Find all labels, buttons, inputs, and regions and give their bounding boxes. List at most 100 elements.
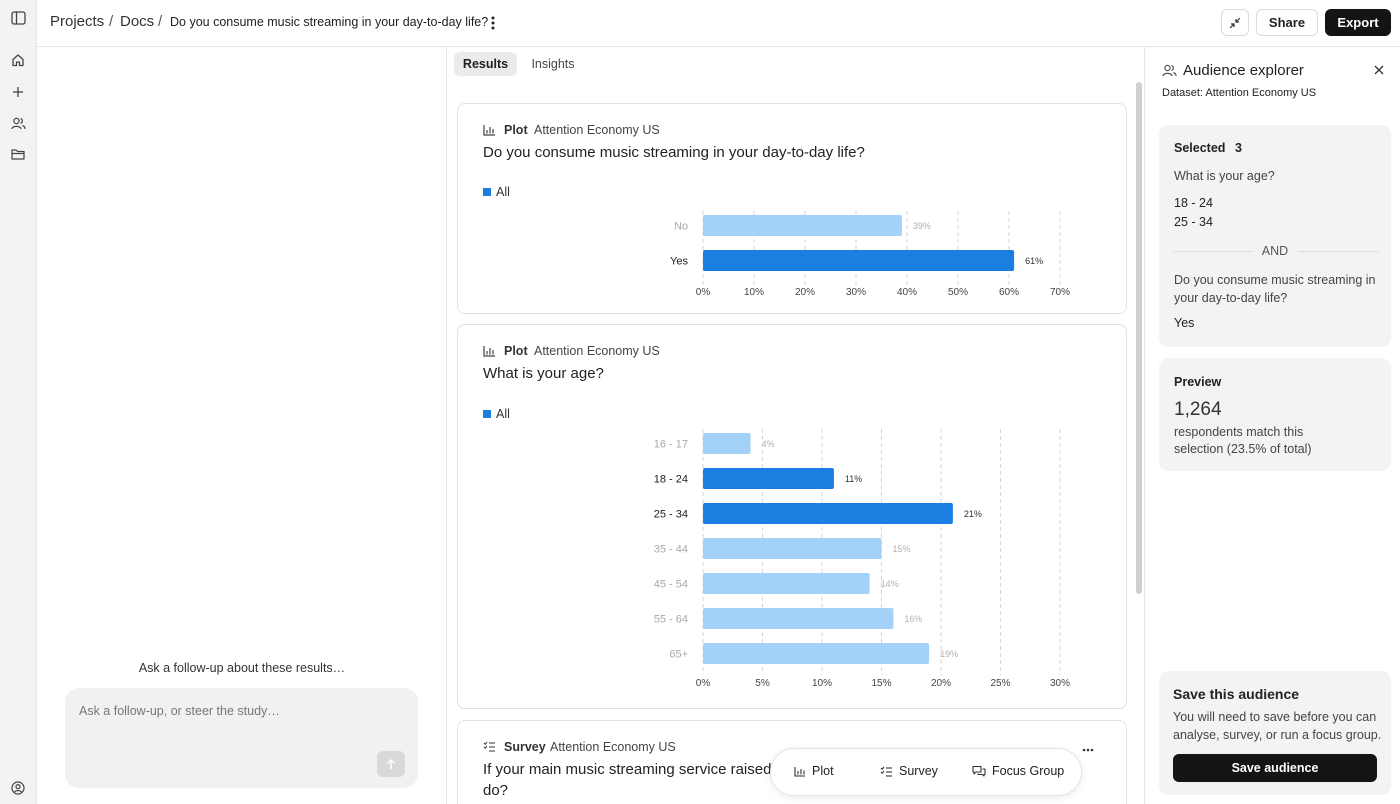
- x-tick-label: 10%: [744, 287, 764, 298]
- bar: [703, 215, 902, 236]
- answer-age[interactable]: 18 - 24: [1174, 196, 1213, 210]
- legend-swatch: [483, 410, 491, 418]
- bar: [703, 433, 751, 454]
- focus-group-label: Focus Group: [992, 764, 1065, 778]
- checklist-icon: [483, 741, 496, 752]
- export-button[interactable]: Export: [1325, 9, 1391, 36]
- account-icon[interactable]: [7, 777, 29, 799]
- bar: [703, 250, 1015, 271]
- chat-input[interactable]: [79, 704, 399, 718]
- tab-insights[interactable]: Insights: [523, 52, 583, 76]
- checklist-icon: [880, 766, 893, 777]
- x-tick-label: 30%: [1050, 678, 1070, 689]
- x-tick-label: 50%: [948, 287, 968, 298]
- x-tick-label: 15%: [871, 678, 891, 689]
- x-tick-label: 0%: [696, 678, 711, 689]
- more-vertical-icon[interactable]: [487, 14, 499, 32]
- x-tick-label: 10%: [812, 678, 832, 689]
- close-icon[interactable]: [1374, 65, 1384, 75]
- bar: [703, 608, 894, 629]
- plot-label: Plot: [812, 764, 834, 778]
- folder-icon[interactable]: [7, 143, 29, 165]
- preview-text: respondents match this selection (23.5% …: [1174, 425, 1312, 456]
- breadcrumb-projects[interactable]: Projects: [50, 13, 104, 30]
- card-kind: Plot: [504, 344, 528, 358]
- send-button[interactable]: [377, 751, 405, 777]
- x-tick-label: 20%: [931, 678, 951, 689]
- category-label: 55 - 64: [654, 614, 688, 626]
- breadcrumb-docs[interactable]: Docs: [120, 13, 154, 30]
- question-age: What is your age?: [1174, 169, 1275, 183]
- value-label: 16%: [904, 614, 922, 624]
- selected-count: 3: [1235, 141, 1242, 155]
- x-tick-label: 40%: [897, 287, 917, 298]
- category-label: 35 - 44: [654, 544, 688, 556]
- save-title: Save this audience: [1173, 686, 1300, 702]
- audience-explorer-panel: Audience explorer Dataset: Attention Eco…: [1144, 47, 1400, 804]
- tab-results[interactable]: Results: [454, 52, 517, 76]
- plot-card-age: Plot Attention Economy US What is your a…: [457, 324, 1127, 709]
- preview-count: 1,264: [1174, 399, 1222, 420]
- x-tick-label: 20%: [795, 287, 815, 298]
- card-kind: Survey: [504, 740, 546, 754]
- chat-panel: Ask a follow-up about these results…: [37, 47, 447, 804]
- focus-group-button[interactable]: Focus Group: [972, 764, 1064, 778]
- bar: [703, 643, 930, 664]
- chat-box: [65, 688, 418, 788]
- question-streaming: Do you consume music streaming in your d…: [1174, 273, 1376, 305]
- legend-label: All: [496, 185, 510, 199]
- answer-age[interactable]: 25 - 34: [1174, 215, 1213, 229]
- card-title: Do you consume music streaming in your d…: [483, 144, 865, 161]
- chart-age: 0% 5% 10% 15% 20% 25% 30% 16 - 17 4% 18 - 24 11% 25…: [654, 429, 1070, 689]
- category-label: 25 - 34: [654, 509, 688, 521]
- bar: [703, 573, 870, 594]
- bar: [703, 468, 834, 489]
- share-button[interactable]: Share: [1256, 9, 1318, 36]
- card-title-line-1: If your main music streaming service rai…: [483, 761, 784, 778]
- x-tick-label: 30%: [846, 287, 866, 298]
- selection-card: Selected 3 What is your age? 18 - 24 25 …: [1159, 125, 1391, 347]
- users-icon[interactable]: [7, 112, 29, 134]
- breadcrumb-current: Do you consume music streaming in your d…: [170, 15, 489, 29]
- value-label: 11%: [845, 474, 862, 484]
- create-toolbar: Plot Survey Focus Group: [770, 748, 1082, 796]
- x-tick-label: 25%: [990, 678, 1010, 689]
- home-icon[interactable]: [7, 49, 29, 71]
- save-audience-card: Save this audience You will need to save…: [1159, 671, 1391, 795]
- x-tick-label: 0%: [696, 287, 711, 298]
- category-label: No: [674, 221, 688, 233]
- card-title-line-2: do?: [483, 782, 509, 799]
- scrollbar[interactable]: [1136, 82, 1142, 594]
- card-kind: Plot: [504, 123, 528, 137]
- plot-card-music-streaming: Plot Attention Economy US Do you consume…: [457, 103, 1127, 314]
- x-tick-label: 60%: [999, 287, 1019, 298]
- card-source: Attention Economy US: [534, 344, 660, 358]
- collapse-button[interactable]: [1221, 9, 1249, 36]
- plot-button[interactable]: Plot: [794, 764, 834, 778]
- dataset-label: Dataset: Attention Economy US: [1162, 87, 1317, 99]
- answer-streaming[interactable]: Yes: [1174, 316, 1194, 330]
- chart-music-streaming: 0% 10% 20% 30% 40% 50% 60% 70% No 39% Yes 61%: [670, 211, 1070, 298]
- category-label: 18 - 24: [654, 474, 688, 486]
- card-source: Attention Economy US: [534, 123, 660, 137]
- preview-label: Preview: [1174, 375, 1222, 389]
- plus-icon[interactable]: [7, 81, 29, 103]
- bar: [703, 538, 882, 559]
- bar: [703, 503, 953, 524]
- card-title: What is your age?: [483, 365, 604, 382]
- chat-prompt: Ask a follow-up about these results…: [138, 661, 346, 675]
- chat-bubbles-icon: [972, 765, 986, 777]
- collapse-icon: [1229, 17, 1241, 29]
- sidebar-toggle-icon[interactable]: [7, 7, 29, 29]
- more-horizontal-icon[interactable]: [1082, 748, 1094, 752]
- legend-label: All: [496, 407, 510, 421]
- breadcrumb-separator: /: [109, 13, 114, 30]
- save-audience-button[interactable]: Save audience: [1173, 754, 1377, 782]
- bar-chart-icon: [483, 124, 496, 136]
- category-label: 65+: [669, 649, 688, 661]
- bar-chart-icon: [483, 345, 496, 357]
- survey-button[interactable]: Survey: [880, 764, 938, 778]
- save-text: You will need to save before you can ana…: [1173, 710, 1382, 742]
- divider: [1298, 251, 1378, 252]
- results-panel: Results Insights Plot Attention Economy …: [447, 47, 1143, 804]
